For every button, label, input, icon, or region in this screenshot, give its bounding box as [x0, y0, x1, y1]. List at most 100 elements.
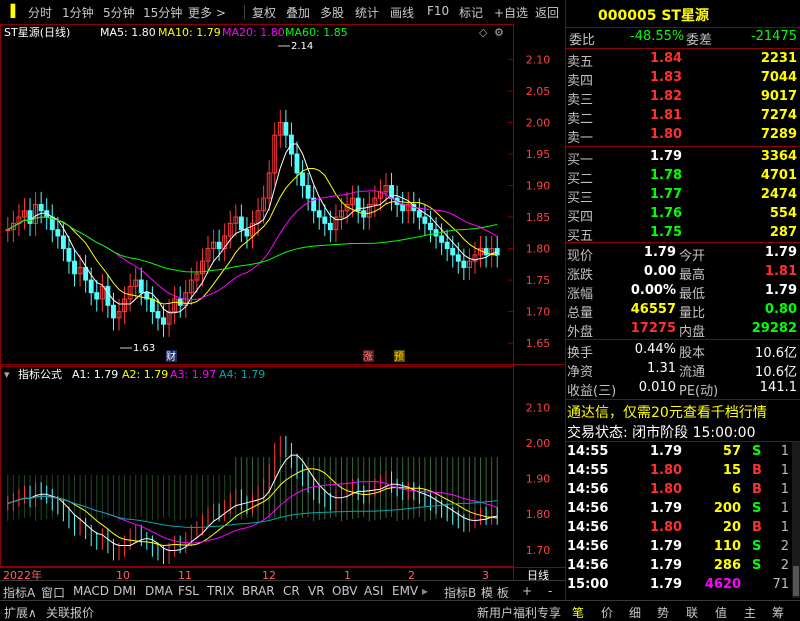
- tab-plus[interactable]: +: [522, 584, 532, 598]
- indicator-collapse-icon[interactable]: ▾: [4, 368, 10, 381]
- tab-scroll-icon[interactable]: ▸: [422, 584, 428, 598]
- candle[interactable]: [494, 248, 500, 256]
- candle[interactable]: [216, 241, 222, 250]
- toolbar-5min[interactable]: 5分钟: [103, 4, 135, 21]
- nav-jia[interactable]: 价: [601, 604, 613, 621]
- candle[interactable]: [428, 222, 433, 231]
- candle[interactable]: [316, 210, 322, 218]
- tab-fsl[interactable]: FSL: [178, 584, 199, 598]
- candle[interactable]: [461, 260, 467, 268]
- toolbar-more[interactable]: 更多 >: [188, 4, 226, 21]
- candle[interactable]: [422, 216, 428, 224]
- bid-row[interactable]: 买五 1.75 287: [566, 224, 800, 244]
- candle[interactable]: [305, 185, 311, 199]
- nav-xi[interactable]: 细: [629, 604, 641, 621]
- candle[interactable]: [439, 235, 445, 243]
- nav-lian[interactable]: 联: [686, 604, 698, 621]
- tab-trix[interactable]: TRIX: [207, 584, 234, 598]
- tab-dma[interactable]: DMA: [145, 584, 173, 598]
- candle[interactable]: [238, 216, 244, 231]
- candle[interactable]: [450, 248, 456, 256]
- tab-dmi[interactable]: DMI: [113, 584, 136, 598]
- tab-brar[interactable]: BRAR: [242, 584, 275, 598]
- toolbar-huaxian[interactable]: 画线: [390, 4, 414, 21]
- period-label[interactable]: 日线: [527, 568, 549, 582]
- toolbar-fenshi[interactable]: 分时: [28, 4, 52, 21]
- tab-cr[interactable]: CR: [283, 584, 300, 598]
- tab-obv[interactable]: OBV: [332, 584, 358, 598]
- candle[interactable]: [444, 241, 450, 250]
- candle[interactable]: [416, 210, 422, 218]
- nav-shi[interactable]: 势: [657, 604, 669, 621]
- bid-row[interactable]: 买三 1.77 2474: [566, 186, 800, 206]
- zhang-badge[interactable]: 涨: [363, 351, 373, 363]
- ask-row[interactable]: 卖三 1.82 9017: [566, 88, 800, 108]
- candle[interactable]: [60, 235, 66, 250]
- ask-row[interactable]: 卖四 1.83 7044: [566, 69, 800, 89]
- ask-row[interactable]: 卖一 1.80 7289: [566, 126, 800, 146]
- tab-asi[interactable]: ASI: [364, 584, 383, 598]
- toolbar-15min[interactable]: 15分钟: [143, 4, 182, 21]
- candle[interactable]: [155, 311, 161, 319]
- candle[interactable]: [94, 292, 100, 300]
- toolbar-duogu[interactable]: 多股: [320, 4, 344, 21]
- candle[interactable]: [5, 229, 11, 232]
- candle[interactable]: [283, 122, 289, 136]
- tab-window[interactable]: 窗口: [41, 584, 65, 601]
- candle[interactable]: [400, 203, 406, 212]
- nav-chou[interactable]: 筹: [772, 604, 784, 621]
- candle[interactable]: [38, 203, 44, 212]
- promo-link[interactable]: 新用户福利专享: [477, 604, 561, 621]
- candle[interactable]: [111, 304, 116, 319]
- candle[interactable]: [244, 229, 250, 237]
- toolbar-add-watch[interactable]: +自选: [494, 4, 528, 21]
- bid-row[interactable]: 买一 1.79 3364: [566, 148, 800, 168]
- candle[interactable]: [294, 153, 300, 174]
- candle[interactable]: [138, 279, 144, 294]
- nav-zhu[interactable]: 主: [744, 604, 756, 621]
- yu-badge[interactable]: 预: [394, 351, 404, 363]
- candle[interactable]: [66, 248, 72, 262]
- toolbar-f10[interactable]: F10: [427, 4, 449, 18]
- candle[interactable]: [149, 298, 155, 313]
- tab-zhibiao-a[interactable]: 指标A: [3, 584, 35, 601]
- toolbar-diejia[interactable]: 叠加: [286, 4, 310, 21]
- tab-vr[interactable]: VR: [308, 584, 325, 598]
- tab-minus[interactable]: -: [548, 584, 552, 598]
- candle[interactable]: [27, 210, 33, 224]
- tab-zhibiao-b[interactable]: 指标B: [444, 584, 476, 601]
- ask-row[interactable]: 卖五 1.84 2231: [566, 50, 800, 70]
- tab-macd[interactable]: MACD: [73, 584, 109, 598]
- cai-badge[interactable]: 财: [166, 350, 176, 363]
- candle[interactable]: [88, 279, 94, 294]
- tick-scrollbar[interactable]: [792, 442, 800, 598]
- bid-row[interactable]: 买二 1.78 4701: [566, 167, 800, 187]
- candle[interactable]: [83, 266, 89, 281]
- nav-bi[interactable]: 笔: [572, 604, 584, 621]
- bid-row[interactable]: 买四 1.76 554: [566, 205, 800, 225]
- candle[interactable]: [327, 222, 333, 231]
- tab-template[interactable]: 模 板: [481, 584, 509, 601]
- chart-diamond-icon[interactable]: ◇: [479, 26, 488, 39]
- candle[interactable]: [455, 254, 461, 262]
- ask-row[interactable]: 卖二 1.81 7274: [566, 107, 800, 127]
- related-quote-button[interactable]: 关联报价: [46, 604, 94, 621]
- indicator-title[interactable]: 指标公式: [18, 367, 62, 381]
- toolbar-biaoji[interactable]: 标记: [459, 4, 483, 21]
- toolbar-back[interactable]: 返回: [535, 4, 559, 21]
- toolbar-fuquan[interactable]: 复权: [252, 4, 276, 21]
- toolbar-1min[interactable]: 1分钟: [62, 4, 94, 21]
- expand-button[interactable]: 扩展∧: [4, 604, 37, 621]
- tab-emv[interactable]: EMV: [392, 584, 418, 598]
- toolbar-expand-icon[interactable]: ▐: [6, 4, 15, 18]
- kline-chart-area[interactable]: 2.10 2.05 2.00 1.95 1.90 1.85 1.80 1.75 1.70 1.65…: [0, 24, 565, 582]
- candle[interactable]: [72, 260, 77, 275]
- chart-settings-icon[interactable]: ⚙: [494, 26, 504, 39]
- nav-zhi[interactable]: 值: [715, 604, 727, 621]
- candle[interactable]: [483, 248, 489, 256]
- candle[interactable]: [55, 229, 61, 237]
- candle[interactable]: [161, 317, 166, 325]
- toolbar-tongji[interactable]: 统计: [355, 4, 379, 21]
- promo-banner[interactable]: 通达信，仅需20元查看千档行情: [567, 402, 767, 422]
- candle[interactable]: [322, 216, 328, 224]
